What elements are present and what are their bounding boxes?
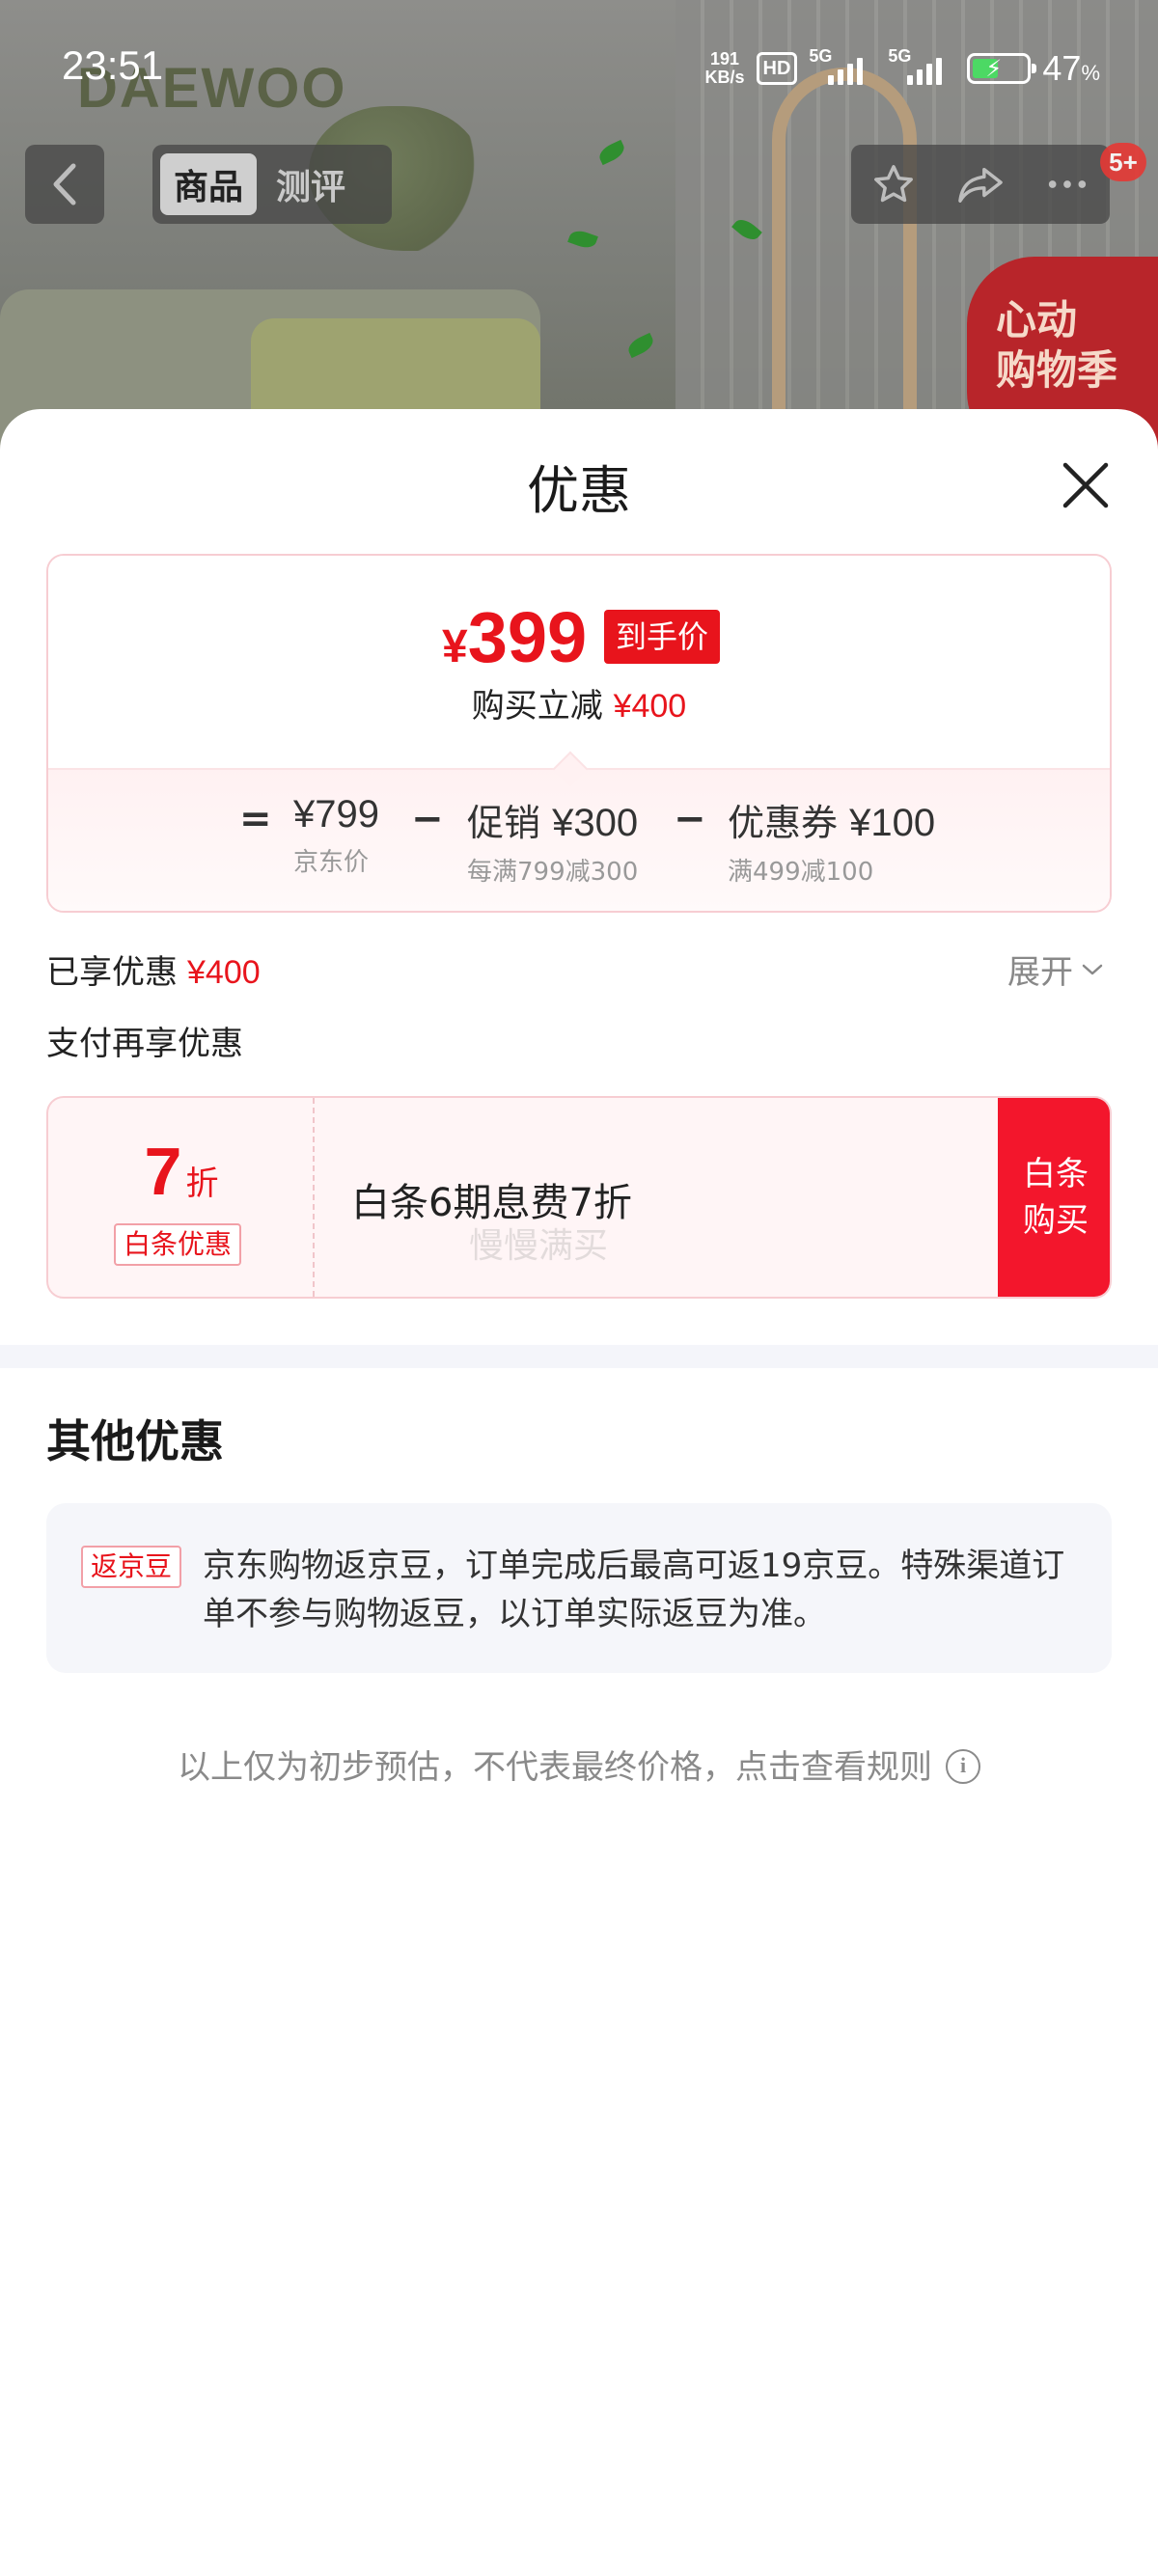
promo-stamp-line2: 购物季 [996,346,1118,394]
price-summary-card: ¥399 到手价 购买立减 ¥400 = ¥799 京东价 − 促销 ¥300 … [46,554,1112,913]
enjoyed-label: 已享优惠 [46,953,178,992]
equals-sign: = [239,797,272,841]
network-speed: 191 KB/s [704,50,744,87]
back-button[interactable] [25,145,104,224]
coupon-note: 满499减100 [728,858,874,887]
instant-discount-label: 购买立减 [471,687,603,726]
clock: 23:51 [62,42,164,88]
baitiao-discount-unit: 折 [185,1165,219,1203]
minus-sign: − [674,797,706,841]
coupon-amount: ¥100 [849,802,936,844]
promotion-amount: ¥300 [552,802,639,844]
expand-button[interactable]: 展开 [1007,945,1104,993]
formula-coupon: 优惠券 ¥100 满499减100 [728,793,935,888]
formula-base-price: ¥799 京东价 [293,793,379,878]
minus-sign: − [411,797,444,841]
promotion-note: 每满799减300 [467,858,639,887]
baitiao-discount: 7折 [48,1133,315,1210]
battery-icon: ⚡ [967,53,1037,84]
status-bar: 23:51 191 KB/s HD 5G 5G ⚡ 47% [0,0,1158,135]
enjoyed-amount: ¥400 [187,954,261,991]
instant-discount-amount: ¥400 [613,688,687,725]
battery-percent: 47% [1042,48,1100,88]
baitiao-discount-value: 7 [144,1134,182,1209]
price-formula: = ¥799 京东价 − 促销 ¥300 每满799减300 − 优惠券 ¥10… [48,793,1110,899]
pay-more-discount-label: 支付再享优惠 [46,1025,243,1063]
tab-review[interactable]: 测评 [262,153,359,215]
close-icon[interactable] [1060,459,1112,511]
hd-voice-icon: HD [756,52,798,85]
tab-product[interactable]: 商品 [160,153,258,215]
message-badge: 5+ [1100,143,1146,181]
leaf-decoration [595,139,628,166]
coupon-label: 优惠券 [728,802,839,844]
promotion-label: 促销 [467,802,541,844]
network-speed-unit: KB/s [704,68,745,87]
network-speed-value: 191 [709,49,740,69]
chevron-left-icon [53,163,76,206]
baitiao-tag: 白条优惠 [114,1223,242,1266]
instant-discount: 购买立减 ¥400 [48,679,1110,726]
sheet-title: 优惠 [527,460,631,521]
disclaimer-text: 以上仅为初步预估，不代表最终价格，点击查看规则 [178,1748,932,1787]
final-price-tag: 到手价 [604,610,721,664]
discount-sheet: 优惠 ¥399 到手价 购买立减 ¥400 = ¥799 京东价 − 促销 ¥3… [0,409,1158,2576]
charging-icon: ⚡ [985,55,1003,82]
jingdou-description: 京东购物返京豆，订单完成后最高可返19京豆。特殊渠道订单不参与购物返豆，以订单实… [203,1547,1065,1633]
jingdou-offer-card: 返京豆 京东购物返京豆，订单完成后最高可返19京豆。特殊渠道订单不参与购物返豆，… [46,1503,1112,1673]
share-icon[interactable] [956,162,1005,206]
currency-symbol: ¥ [442,621,468,672]
other-offers-title: 其他优惠 [46,1415,224,1467]
signal-icon: 5G [809,46,876,85]
star-icon[interactable] [871,162,916,206]
info-icon: i [946,1748,980,1784]
baitiao-offer-card[interactable]: 7折 白条优惠 白条6期息费7折 慢慢满买 白条 购买 [46,1096,1112,1299]
base-price-amount: ¥799 [293,793,379,836]
baitiao-discount-panel: 7折 白条优惠 [48,1098,315,1297]
signal-icon: 5G [888,46,955,85]
more-icon[interactable] [1045,162,1089,206]
expand-label: 展开 [1007,953,1073,992]
formula-promotion: 促销 ¥300 每满799减300 [467,793,638,888]
chevron-down-icon [1082,964,1103,974]
product-tabs: 商品 测评 [152,145,392,224]
baitiao-buy-line1: 白条 [1023,1155,1089,1193]
base-price-note: 京东价 [293,848,370,877]
top-actions [851,145,1110,224]
baitiao-buy-line2: 购买 [1023,1201,1089,1240]
enjoyed-discount: 已享优惠 ¥400 [46,945,261,993]
leaf-decoration [567,227,598,252]
final-price: ¥399 [442,596,587,678]
price-rules-link[interactable]: 以上仅为初步预估，不代表最终价格，点击查看规则 i [0,1740,1158,1788]
promo-stamp-line1: 心动 [996,296,1078,343]
baitiao-buy-button[interactable]: 白条 购买 [998,1098,1110,1297]
leaf-decoration [624,332,657,359]
jingdou-tag: 返京豆 [81,1546,182,1588]
baitiao-watermark: 慢慢满买 [469,1226,609,1266]
section-divider [0,1345,1158,1368]
final-price-value: 399 [467,597,588,677]
